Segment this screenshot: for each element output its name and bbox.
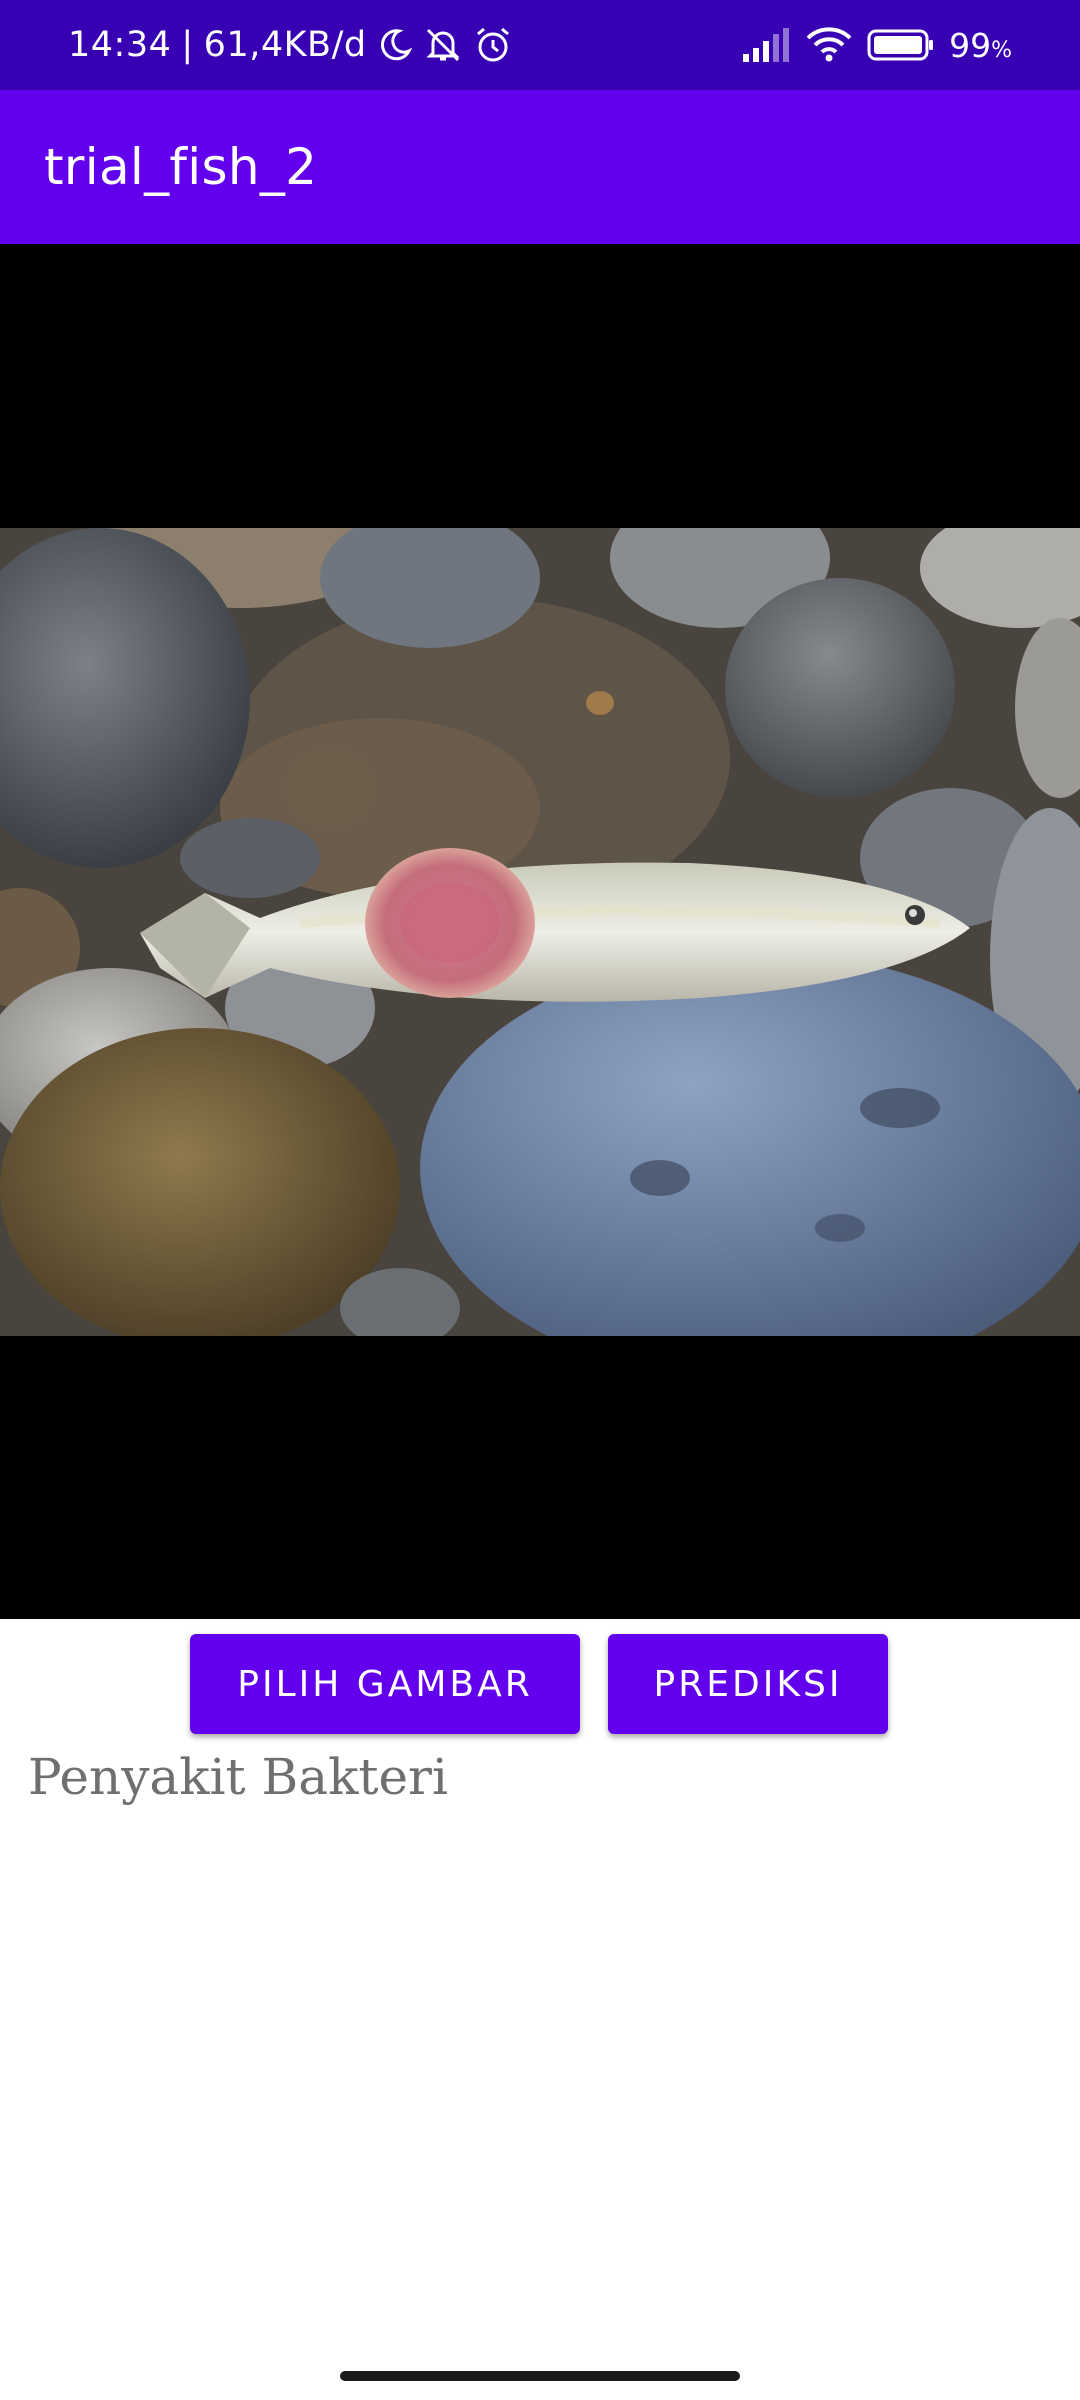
app-bar: trial_fish_2 <box>0 90 1080 244</box>
battery-icon <box>867 28 935 62</box>
status-separator: | <box>181 25 194 65</box>
fish-photo <box>0 528 1080 1336</box>
action-buttons: PILIH GAMBAR PREDIKSI <box>0 1634 1080 1736</box>
status-time: 14:34 <box>68 25 172 65</box>
image-view <box>0 244 1080 1619</box>
moon-icon <box>377 27 413 63</box>
status-right: 99% <box>741 0 1012 90</box>
silent-icon <box>423 26 463 64</box>
alarm-icon <box>473 25 513 65</box>
network-speed: 61,4KB/d <box>203 25 367 65</box>
pick-image-button[interactable]: PILIH GAMBAR <box>190 1634 580 1734</box>
home-indicator[interactable] <box>340 2371 740 2381</box>
prediction-result: Penyakit Bakteri <box>28 1748 448 1806</box>
wifi-icon <box>805 27 853 63</box>
status-bar: 14:34 | 61,4KB/d 99% <box>0 0 1080 90</box>
battery-percent: 99% <box>949 25 1012 65</box>
predict-button[interactable]: PREDIKSI <box>608 1634 888 1734</box>
signal-icon <box>741 28 791 62</box>
app-title: trial_fish_2 <box>44 138 318 196</box>
battery-unit: % <box>991 37 1012 63</box>
status-left: 14:34 | 61,4KB/d <box>68 0 513 90</box>
